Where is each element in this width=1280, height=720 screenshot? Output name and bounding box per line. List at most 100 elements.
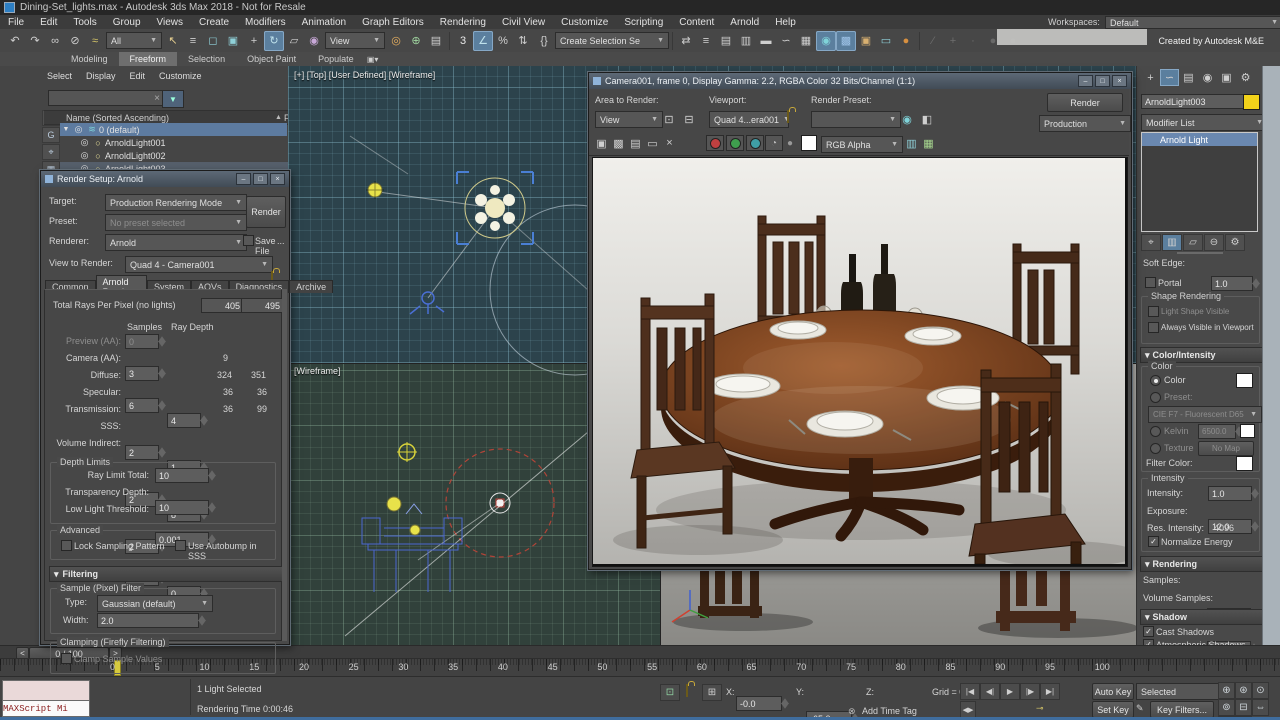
- blue-channel-icon[interactable]: [746, 135, 764, 151]
- menu-item[interactable]: Tools: [65, 15, 104, 29]
- rfw-render-button[interactable]: Render: [1047, 93, 1123, 112]
- filter-type-dropdown[interactable]: Gaussian (default) ▼: [97, 595, 213, 612]
- pin-stack-icon[interactable]: ⌖: [1141, 234, 1161, 251]
- filter-width-spinner[interactable]: 2.0: [97, 613, 199, 628]
- alpha-channel-icon[interactable]: ◔: [765, 135, 783, 151]
- green-channel-icon[interactable]: [726, 135, 744, 151]
- caret-icon[interactable]: ▼: [60, 126, 72, 133]
- key-filters-button[interactable]: Key Filters...: [1150, 701, 1214, 718]
- diffuse-depth-spinner[interactable]: 4: [167, 413, 201, 428]
- autobump-checkbox[interactable]: [175, 540, 186, 551]
- play-icon[interactable]: ▶: [1000, 683, 1020, 700]
- tab-motion[interactable]: ◉: [1198, 69, 1217, 86]
- explorer-menu-item[interactable]: Edit: [123, 71, 153, 81]
- zoom-region-icon[interactable]: ⊟: [1235, 699, 1252, 716]
- key-step-toggle[interactable]: ◀▶: [960, 701, 976, 718]
- intensity-spinner[interactable]: 1.0: [1208, 486, 1252, 501]
- ribbon-config-icon[interactable]: ▣▾: [365, 53, 381, 65]
- pan-icon[interactable]: ⇔: [1252, 699, 1269, 716]
- light-shape-checkbox[interactable]: [1148, 306, 1159, 317]
- keyboard-override-icon[interactable]: ▤: [426, 31, 446, 51]
- menu-item[interactable]: Civil View: [494, 15, 553, 29]
- select-by-name-icon[interactable]: ≡: [183, 31, 203, 51]
- ribbon-tab[interactable]: Object Paint: [236, 52, 307, 66]
- texture-map-button[interactable]: No Map: [1198, 441, 1254, 456]
- configure-modifier-sets-icon[interactable]: ⚙: [1225, 234, 1245, 251]
- camera-aa-spinner[interactable]: 3: [125, 366, 159, 381]
- use-pivot-center-icon[interactable]: ◎: [386, 31, 406, 51]
- spinner-snap-icon[interactable]: ⇅: [513, 31, 533, 51]
- make-unique-icon[interactable]: ▱: [1183, 234, 1203, 251]
- rendered-frame-window-icon[interactable]: ▭: [876, 31, 896, 51]
- explorer-menu-item[interactable]: Customize: [152, 71, 209, 81]
- clear-search-icon[interactable]: ×: [154, 93, 160, 104]
- dot-disabled-icon[interactable]: ·: [963, 31, 983, 51]
- dialog-scrollbar[interactable]: [282, 289, 287, 641]
- view-to-render-dropdown[interactable]: Quad 4 - Camera001 ▼: [125, 256, 273, 273]
- set-key-button[interactable]: Set Key: [1092, 701, 1134, 718]
- select-and-link-icon[interactable]: ∞: [45, 31, 65, 51]
- zoom-extents-icon[interactable]: ⊙: [1252, 682, 1269, 699]
- menu-item[interactable]: File: [0, 15, 32, 29]
- maxscript-mini-listener[interactable]: [2, 680, 90, 701]
- eye-icon[interactable]: ◎: [78, 150, 91, 161]
- tab-display[interactable]: ▣: [1217, 69, 1236, 86]
- auto-region-icon[interactable]: ⊟: [679, 109, 699, 129]
- ray-limit-spinner[interactable]: 10: [155, 468, 209, 483]
- cast-shadows-checkbox[interactable]: [1143, 626, 1154, 637]
- menu-item[interactable]: Content: [671, 15, 722, 29]
- area-to-render-dropdown[interactable]: View ▼: [595, 111, 663, 128]
- select-object-icon[interactable]: ↖: [163, 31, 183, 51]
- copy-image-icon[interactable]: ▩: [610, 135, 627, 151]
- maximize-icon[interactable]: □: [1095, 75, 1110, 87]
- render-setup-title-bar[interactable]: Render Setup: Arnold – □ ×: [41, 171, 289, 187]
- rfw-viewport-dropdown[interactable]: Quad 4...era001▼: [709, 111, 789, 128]
- percent-snap-icon[interactable]: %: [493, 31, 513, 51]
- renderer-dropdown[interactable]: Arnold ▼: [105, 234, 247, 251]
- key-mode-icon[interactable]: ⊸: [1036, 703, 1044, 714]
- explorer-menu-item[interactable]: Select: [40, 71, 79, 81]
- next-frame-icon[interactable]: |▶: [1020, 683, 1040, 700]
- select-and-move-icon[interactable]: +: [244, 31, 264, 51]
- preview-aa-spinner[interactable]: 0: [125, 334, 159, 349]
- soft-edge-spinner[interactable]: 1.0: [1211, 276, 1253, 291]
- close-icon[interactable]: ×: [270, 173, 285, 185]
- color-preset-dropdown[interactable]: CIE F7 - Fluorescent D65 ▼: [1148, 406, 1262, 423]
- modifier-list-dropdown[interactable]: Modifier List ▼: [1141, 114, 1268, 131]
- save-file-browse[interactable]: ...: [277, 236, 285, 246]
- command-panel-scrollbar[interactable]: [1262, 66, 1280, 645]
- placement-disabled-icon[interactable]: ⁄: [923, 31, 943, 51]
- select-and-scale-icon[interactable]: ▱: [284, 31, 304, 51]
- ribbon-tab[interactable]: Freeform: [118, 52, 178, 66]
- menu-item[interactable]: Modifiers: [237, 15, 294, 29]
- minimize-icon[interactable]: –: [236, 173, 251, 185]
- add-time-tag[interactable]: Add Time Tag: [862, 706, 917, 716]
- auto-key-button[interactable]: Auto Key: [1092, 683, 1134, 700]
- slate-material-editor-icon[interactable]: ▩: [836, 30, 856, 51]
- tab-create[interactable]: +: [1141, 69, 1160, 86]
- eye-icon[interactable]: ◎: [78, 137, 91, 148]
- unlink-selection-icon[interactable]: ⊘: [65, 31, 85, 51]
- rendering-rollout[interactable]: ▾ Rendering: [1140, 556, 1269, 572]
- color-radio[interactable]: [1150, 375, 1161, 386]
- close-icon[interactable]: ×: [1112, 75, 1127, 87]
- snaps-toggle-icon[interactable]: 3: [453, 31, 473, 51]
- absolute-mode-icon[interactable]: ⊞: [702, 684, 722, 701]
- modifier-stack-item[interactable]: Arnold Light: [1142, 133, 1257, 146]
- eye-icon[interactable]: ◎: [72, 124, 85, 135]
- edit-region-icon[interactable]: ⊡: [659, 109, 679, 129]
- color-correct-icon[interactable]: ▥: [903, 135, 920, 151]
- maxscript-listener-input[interactable]: MAXScript Mi: [2, 700, 90, 717]
- render-mode-dropdown[interactable]: Production ▼: [1039, 115, 1131, 132]
- transparency-depth-spinner[interactable]: 10: [155, 500, 209, 515]
- mirror-icon[interactable]: ⇄: [676, 31, 696, 51]
- x-coordinate-field[interactable]: -0.0: [736, 696, 782, 711]
- channel-display-dropdown[interactable]: RGB Alpha ▼: [821, 136, 903, 153]
- save-image-icon[interactable]: ▣: [593, 135, 610, 151]
- explorer-menu-item[interactable]: Display: [79, 71, 123, 81]
- tab-modify[interactable]: ∽: [1160, 69, 1179, 86]
- filter-color-swatch[interactable]: [1236, 456, 1253, 471]
- gamma-icon[interactable]: ◧: [917, 109, 937, 129]
- set-key-hand-icon[interactable]: ✎: [1136, 703, 1144, 714]
- render-production-icon[interactable]: ●: [896, 31, 916, 51]
